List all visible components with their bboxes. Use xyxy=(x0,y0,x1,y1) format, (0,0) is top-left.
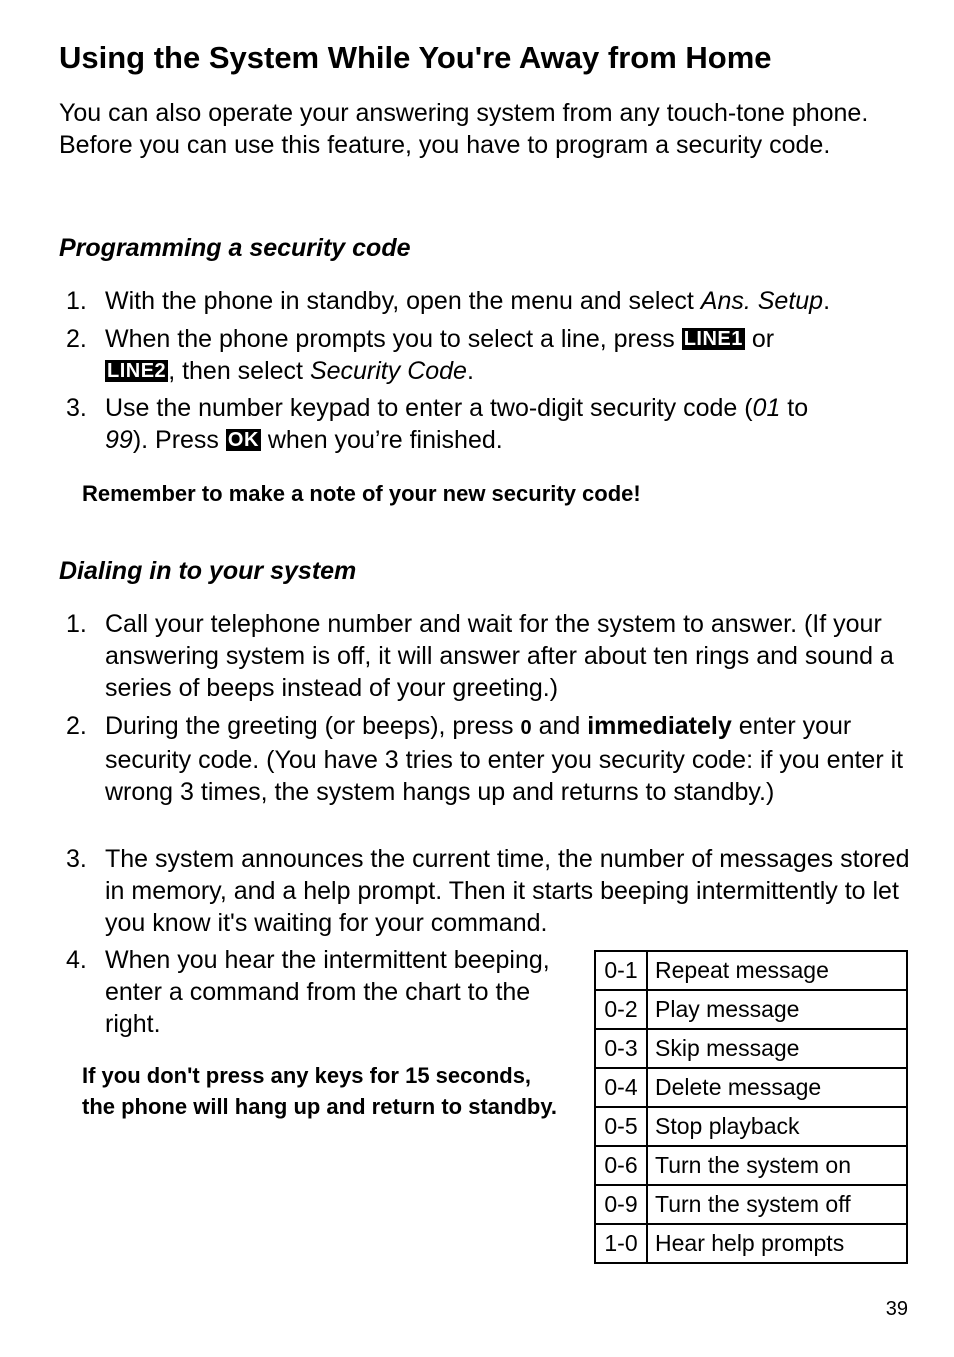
command-action: Delete message xyxy=(646,1067,908,1108)
step-text: Use the number keypad to enter a two-dig… xyxy=(105,392,916,456)
command-code: 0-2 xyxy=(594,989,648,1030)
command-code: 1-0 xyxy=(594,1223,648,1264)
intro-paragraph: You can also operate your answering syst… xyxy=(59,99,869,159)
command-code: 0-1 xyxy=(594,950,648,991)
step-number: 3. xyxy=(66,845,87,873)
code-min: 01 xyxy=(752,394,781,422)
step-number: 3. xyxy=(66,394,87,422)
text: to xyxy=(780,394,809,422)
command-action: Hear help prompts xyxy=(646,1223,908,1264)
text: or xyxy=(744,325,775,353)
text: and xyxy=(531,712,588,740)
command-code: 0-5 xyxy=(594,1106,648,1147)
command-row: 0-4 Delete message xyxy=(594,1067,908,1108)
text: When the phone prompts you to select a l… xyxy=(105,325,682,353)
emphasis-immediately: immediately xyxy=(587,712,732,740)
page-number: 39 xyxy=(885,1298,908,1320)
step-number: 2. xyxy=(66,325,87,353)
security-code-note: Remember to make a note of your new secu… xyxy=(82,481,641,506)
text: . xyxy=(466,357,474,385)
step-number: 1. xyxy=(66,610,87,638)
step-text: During the greeting (or beeps), press 0 … xyxy=(105,710,916,808)
step-number: 4. xyxy=(66,946,87,974)
dialing-step-4: 4. When you hear the intermittent beepin… xyxy=(66,944,566,1040)
command-action: Play message xyxy=(646,989,908,1030)
command-row: 0-1 Repeat message xyxy=(594,950,908,991)
section-heading-dialing: Dialing in to your system xyxy=(59,557,357,585)
step-text: With the phone in standby, open the menu… xyxy=(105,285,916,317)
programming-step-2: 2. When the phone prompts you to select … xyxy=(66,323,916,387)
text: During the greeting (or beeps), press xyxy=(105,712,521,740)
command-row: 0-6 Turn the system on xyxy=(594,1145,908,1186)
step-number: 1. xyxy=(66,287,87,315)
dialing-step-2: 2. During the greeting (or beeps), press… xyxy=(66,710,916,808)
line1-key-icon: LINE1 xyxy=(681,328,745,350)
step-text: When you hear the intermittent beeping, … xyxy=(105,946,550,1038)
text: With the phone in standby, open the menu… xyxy=(105,287,701,315)
command-code: 0-9 xyxy=(594,1184,648,1225)
menu-item-security-code: Security Code xyxy=(309,357,467,385)
code-max: 99 xyxy=(105,426,133,454)
dialing-step-3: 3. The system announces the current time… xyxy=(66,843,916,939)
command-row: 0-5 Stop playback xyxy=(594,1106,908,1147)
timeout-note: If you don't press any keys for 15 secon… xyxy=(82,1063,558,1119)
programming-step-1: 1. With the phone in standby, open the m… xyxy=(66,285,916,317)
step-text: When the phone prompts you to select a l… xyxy=(105,323,916,387)
text: . xyxy=(823,287,831,315)
command-action: Stop playback xyxy=(646,1106,908,1147)
text: ). Press xyxy=(132,426,226,454)
command-row: 0-2 Play message xyxy=(594,989,908,1030)
step-text: The system announces the current time, t… xyxy=(105,845,910,937)
command-action: Turn the system off xyxy=(646,1184,908,1225)
section-heading-programming: Programming a security code xyxy=(59,234,411,262)
dialing-step-1: 1. Call your telephone number and wait f… xyxy=(66,608,916,704)
text: , then select xyxy=(168,357,310,385)
step-number: 2. xyxy=(66,712,87,740)
zero-key: 0 xyxy=(520,717,532,739)
step-text: Call your telephone number and wait for … xyxy=(105,610,894,702)
command-row: 1-0 Hear help prompts xyxy=(594,1223,908,1264)
line2-key-icon: LINE2 xyxy=(105,360,169,382)
command-row: 0-9 Turn the system off xyxy=(594,1184,908,1225)
command-code: 0-6 xyxy=(594,1145,648,1186)
command-code: 0-4 xyxy=(594,1067,648,1108)
command-row: 0-3 Skip message xyxy=(594,1028,908,1069)
programming-step-3: 3. Use the number keypad to enter a two-… xyxy=(66,392,916,456)
page-title: Using the System While You're Away from … xyxy=(59,40,772,75)
ok-key-icon: OK xyxy=(225,429,261,451)
command-code: 0-3 xyxy=(594,1028,648,1069)
command-action: Skip message xyxy=(646,1028,908,1069)
command-action: Turn the system on xyxy=(646,1145,908,1186)
command-action: Repeat message xyxy=(646,950,908,991)
menu-item-ans-setup: Ans. Setup xyxy=(700,287,824,315)
text: when you’re finished. xyxy=(260,426,503,454)
text: Use the number keypad to enter a two-dig… xyxy=(105,394,753,422)
remote-command-table: 0-1 Repeat message 0-2 Play message 0-3 Skip … xyxy=(594,950,908,1264)
